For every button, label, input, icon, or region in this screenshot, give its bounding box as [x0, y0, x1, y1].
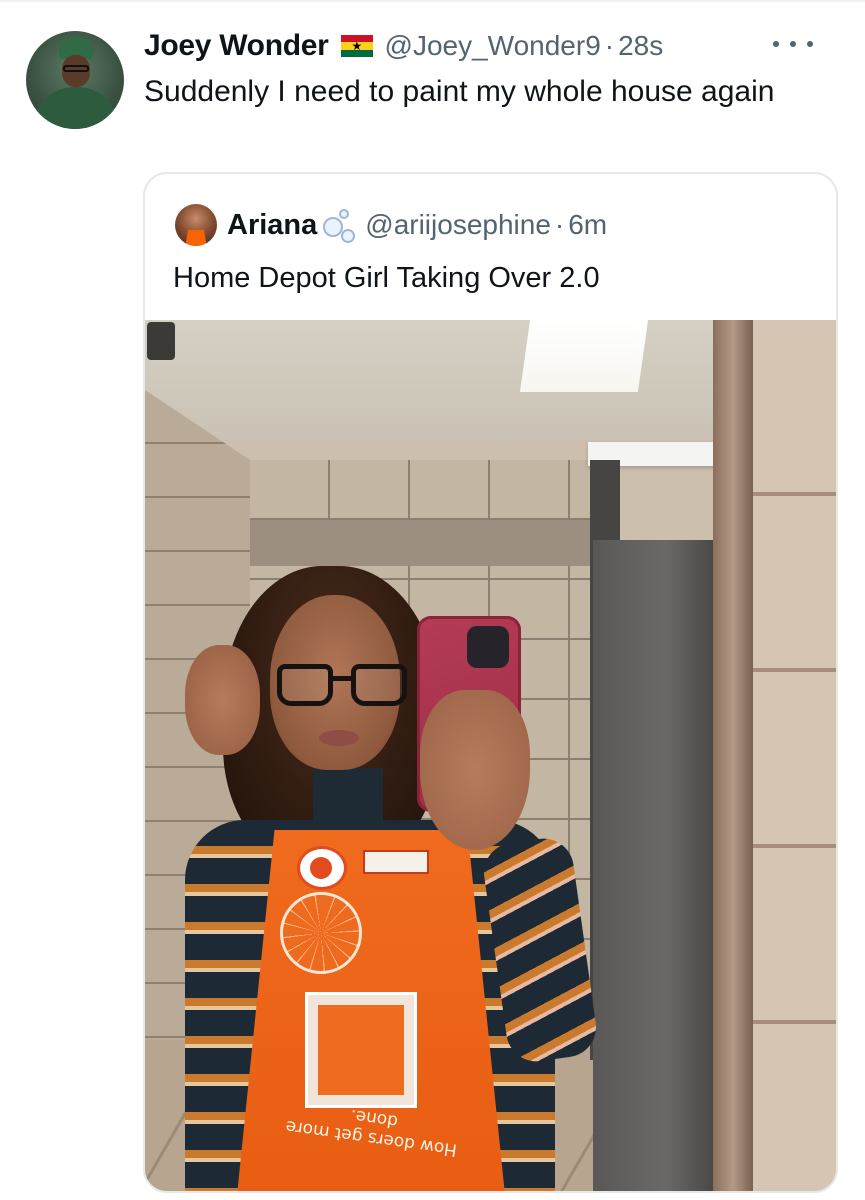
photo-glasses	[277, 664, 409, 710]
photo-apron-pin	[297, 846, 347, 890]
photo-ceiling-light	[519, 320, 649, 392]
quoted-separator-dot: ·	[554, 209, 565, 240]
photo-stall-door	[593, 540, 713, 1191]
photo-wall-band	[250, 520, 590, 566]
photo-right-wall	[753, 320, 836, 1191]
ellipsis-icon[interactable]	[773, 32, 813, 56]
quoted-timestamp[interactable]: 6m	[568, 209, 607, 241]
quoted-avatar[interactable]	[175, 204, 217, 246]
avatar-glasses	[63, 65, 89, 72]
top-divider	[0, 0, 865, 2]
quoted-tweet-photo[interactable]: How doers get more done.	[145, 320, 836, 1191]
quoted-tweet-text: Home Depot Girl Taking Over 2.0	[173, 262, 600, 294]
photo-apron-badge	[363, 850, 429, 874]
avatar[interactable]	[26, 31, 124, 129]
photo-lips	[319, 730, 359, 746]
ghana-flag-icon: ★	[340, 35, 373, 57]
quoted-tweet-card[interactable]: Ariana @ariijosephine · 6m Home Depot Gi…	[143, 172, 838, 1193]
tweet-text: Suddenly I need to paint my whole house …	[144, 75, 775, 108]
timestamp[interactable]: 28s	[618, 30, 663, 62]
quoted-author-display-name[interactable]: Ariana	[227, 209, 317, 242]
tweet-header: Joey Wonder ★ @Joey_Wonder9 · 28s	[144, 26, 663, 66]
separator-dot: ·	[604, 30, 615, 61]
photo-right-hand	[420, 690, 530, 850]
avatar-hoodie	[34, 87, 118, 129]
photo-left-hand	[185, 645, 260, 755]
quoted-author-handle[interactable]: @ariijosephine	[365, 209, 551, 241]
quoted-tweet-header: Ariana @ariijosephine · 6m	[227, 204, 607, 246]
author-handle[interactable]: @Joey_Wonder9	[385, 30, 601, 62]
photo-neck	[313, 768, 383, 828]
photo-mirror-edge	[713, 320, 753, 1191]
home-depot-logo	[305, 992, 417, 1108]
tweet-page: Joey Wonder ★ @Joey_Wonder9 · 28s Sudden…	[0, 0, 865, 1200]
bubbles-icon	[321, 207, 357, 243]
photo-security-camera	[147, 322, 175, 360]
photo-apron-wheel	[280, 892, 362, 974]
author-display-name[interactable]: Joey Wonder	[144, 29, 329, 63]
